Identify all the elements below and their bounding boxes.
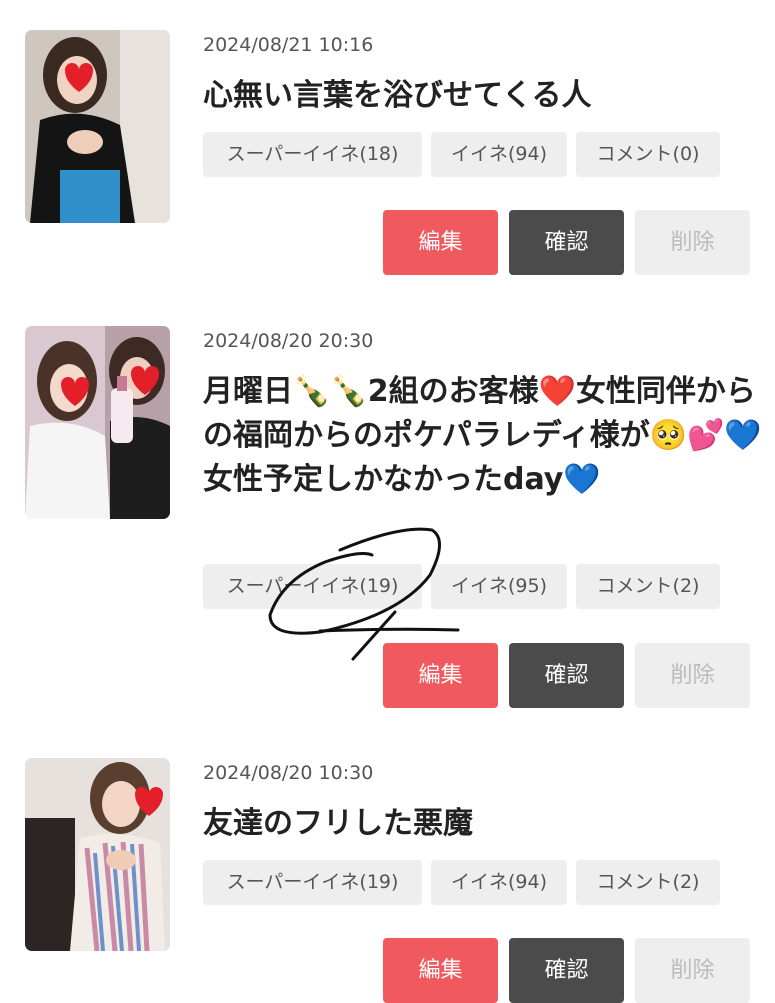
like-count[interactable]: イイネ(95) [431,564,567,609]
edit-button[interactable]: 編集 [383,643,498,708]
post-thumbnail[interactable] [25,758,170,951]
post-date: 2024/08/20 10:30 [203,762,374,784]
post-thumbnail[interactable] [25,30,170,223]
post-photo [25,758,170,951]
delete-button[interactable]: 削除 [635,210,750,275]
super-like-count[interactable]: スーパーイイネ(18) [203,132,422,177]
comment-count[interactable]: コメント(0) [576,132,720,177]
delete-button[interactable]: 削除 [635,643,750,708]
post-photo [25,326,170,519]
like-count[interactable]: イイネ(94) [431,860,567,905]
confirm-button[interactable]: 確認 [509,643,624,708]
super-like-count[interactable]: スーパーイイネ(19) [203,564,422,609]
post-title[interactable]: 心無い言葉を浴びせてくる人 [203,74,763,118]
edit-button[interactable]: 編集 [383,210,498,275]
delete-button[interactable]: 削除 [635,938,750,1003]
comment-count[interactable]: コメント(2) [576,564,720,609]
confirm-button[interactable]: 確認 [509,938,624,1003]
super-like-count[interactable]: スーパーイイネ(19) [203,860,422,905]
post-photo [25,30,170,223]
post-date: 2024/08/20 20:30 [203,330,374,352]
post-date: 2024/08/21 10:16 [203,34,374,56]
edit-button[interactable]: 編集 [383,938,498,1003]
post-thumbnail[interactable] [25,326,170,519]
post-title[interactable]: 友達のフリした悪魔 [203,802,763,846]
confirm-button[interactable]: 確認 [509,210,624,275]
post-title[interactable]: 月曜日🍾🍾2組のお客様❤️女性同伴からの福岡からのポケパラレディ様が🥺💕💙女性予… [203,370,763,502]
comment-count[interactable]: コメント(2) [576,860,720,905]
like-count[interactable]: イイネ(94) [431,132,567,177]
